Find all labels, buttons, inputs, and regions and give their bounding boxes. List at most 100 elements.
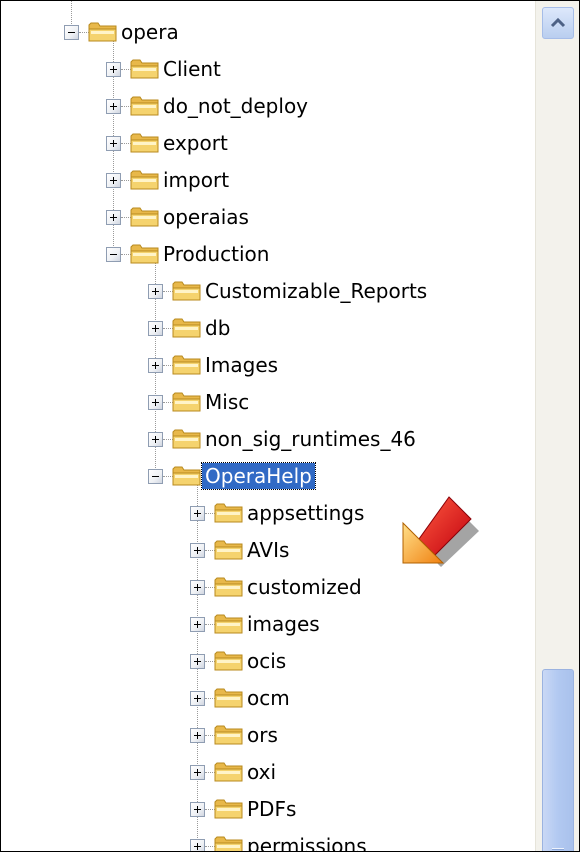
plus-icon [197, 806, 198, 813]
tree-item-label: ocm [247, 686, 290, 710]
tree-item-label: do_not_deploy [163, 94, 309, 118]
thumb-grip [552, 848, 564, 850]
folder-icon [214, 688, 243, 708]
expand-toggle[interactable] [148, 284, 163, 299]
folder-icon [172, 281, 201, 301]
tree-item-label: AVIs [247, 538, 290, 562]
plus-icon [155, 325, 156, 332]
expand-toggle[interactable] [148, 395, 163, 410]
plus-icon [197, 843, 198, 850]
expand-toggle[interactable] [190, 802, 205, 817]
tree-item-ors[interactable]: ors [1, 717, 535, 754]
tree-item-operaias[interactable]: operaias [1, 199, 535, 236]
plus-icon [155, 399, 156, 406]
plus-icon [113, 103, 114, 110]
tree-item-label: images [247, 612, 320, 636]
folder-icon [130, 96, 159, 116]
tree-item-label: Images [205, 353, 279, 377]
plus-icon [197, 658, 198, 665]
tree-item-pdfs[interactable]: PDFs [1, 791, 535, 828]
expand-toggle[interactable] [190, 691, 205, 706]
tree-item-label: appsettings [247, 501, 365, 525]
folder-icon [214, 651, 243, 671]
tree-item-misc[interactable]: Misc [1, 384, 535, 421]
tree-item-production[interactable]: Production [1, 236, 535, 273]
folder-tree-window: opera Client do_not_deployexport import oper… [0, 0, 580, 852]
folder-icon [172, 392, 201, 412]
expand-toggle[interactable] [190, 654, 205, 669]
tree-item-ocis[interactable]: ocis [1, 643, 535, 680]
expand-toggle[interactable] [106, 62, 121, 77]
expand-toggle[interactable] [190, 543, 205, 558]
expand-toggle[interactable] [106, 210, 121, 225]
plus-icon [113, 140, 114, 147]
chevron-up-icon [550, 17, 566, 28]
tree-item-import[interactable]: import [1, 162, 535, 199]
expand-toggle[interactable] [190, 580, 205, 595]
tree-item-label: oxi [247, 760, 277, 784]
tree-item-label: customized [247, 575, 362, 599]
tree-item-label: opera [121, 20, 179, 44]
folder-icon [214, 799, 243, 819]
minus-icon [110, 254, 117, 255]
folder-icon [172, 429, 201, 449]
scroll-up-button[interactable] [542, 7, 574, 39]
folder-icon [214, 725, 243, 745]
plus-icon [197, 769, 198, 776]
expand-toggle[interactable] [106, 99, 121, 114]
plus-icon [113, 66, 114, 73]
folder-icon [172, 466, 201, 486]
expand-toggle[interactable] [148, 358, 163, 373]
plus-icon [155, 436, 156, 443]
tree-item-do-not-deploy[interactable]: do_not_deploy [1, 88, 535, 125]
folder-tree: opera Client do_not_deployexport import oper… [1, 1, 535, 851]
expand-toggle[interactable] [190, 839, 205, 851]
tree-item-customizable-reports[interactable]: Customizable_Reports [1, 273, 535, 310]
folder-icon [214, 836, 243, 851]
folder-icon [130, 244, 159, 264]
collapse-toggle[interactable] [64, 25, 79, 40]
expand-toggle[interactable] [106, 136, 121, 151]
tree-item-label: db [205, 316, 231, 340]
scrollbar-thumb[interactable] [542, 669, 574, 851]
tree-item-label: Production [163, 242, 270, 266]
folder-icon [172, 355, 201, 375]
tree-item-ocm[interactable]: ocm [1, 680, 535, 717]
expand-toggle[interactable] [190, 765, 205, 780]
folder-icon [172, 318, 201, 338]
tree-item-label: Misc [205, 390, 250, 414]
expand-toggle[interactable] [190, 728, 205, 743]
tree-item-label: permissions [247, 834, 367, 851]
tree-item-export[interactable]: export [1, 125, 535, 162]
plus-icon [197, 584, 198, 591]
plus-icon [197, 510, 198, 517]
folder-icon [214, 577, 243, 597]
tree-item-images[interactable]: images [1, 606, 535, 643]
expand-toggle[interactable] [148, 321, 163, 336]
tree-item-label: PDFs [247, 797, 297, 821]
vertical-scrollbar[interactable] [535, 1, 579, 851]
folder-icon [130, 207, 159, 227]
tree-item-permissions[interactable]: permissions [1, 828, 535, 851]
expand-toggle[interactable] [190, 506, 205, 521]
expand-toggle[interactable] [190, 617, 205, 632]
folder-icon [130, 59, 159, 79]
expand-toggle[interactable] [106, 173, 121, 188]
tree-item-images[interactable]: Images [1, 347, 535, 384]
folder-icon [214, 540, 243, 560]
expand-toggle[interactable] [148, 432, 163, 447]
minus-icon [152, 476, 159, 477]
tree-item-opera[interactable]: opera [1, 14, 535, 51]
tree-item-non-sig-runtimes-46[interactable]: non_sig_runtimes_46 [1, 421, 535, 458]
tree-item-db[interactable]: db [1, 310, 535, 347]
plus-icon [197, 621, 198, 628]
tree-item-label: non_sig_runtimes_46 [205, 427, 416, 451]
folder-icon [88, 22, 117, 42]
tree-item-oxi[interactable]: oxi [1, 754, 535, 791]
folder-icon [214, 614, 243, 634]
tree-item-label: import [163, 168, 230, 192]
tree-item-client[interactable]: Client [1, 51, 535, 88]
collapse-toggle[interactable] [106, 247, 121, 262]
collapse-toggle[interactable] [148, 469, 163, 484]
plus-icon [197, 695, 198, 702]
